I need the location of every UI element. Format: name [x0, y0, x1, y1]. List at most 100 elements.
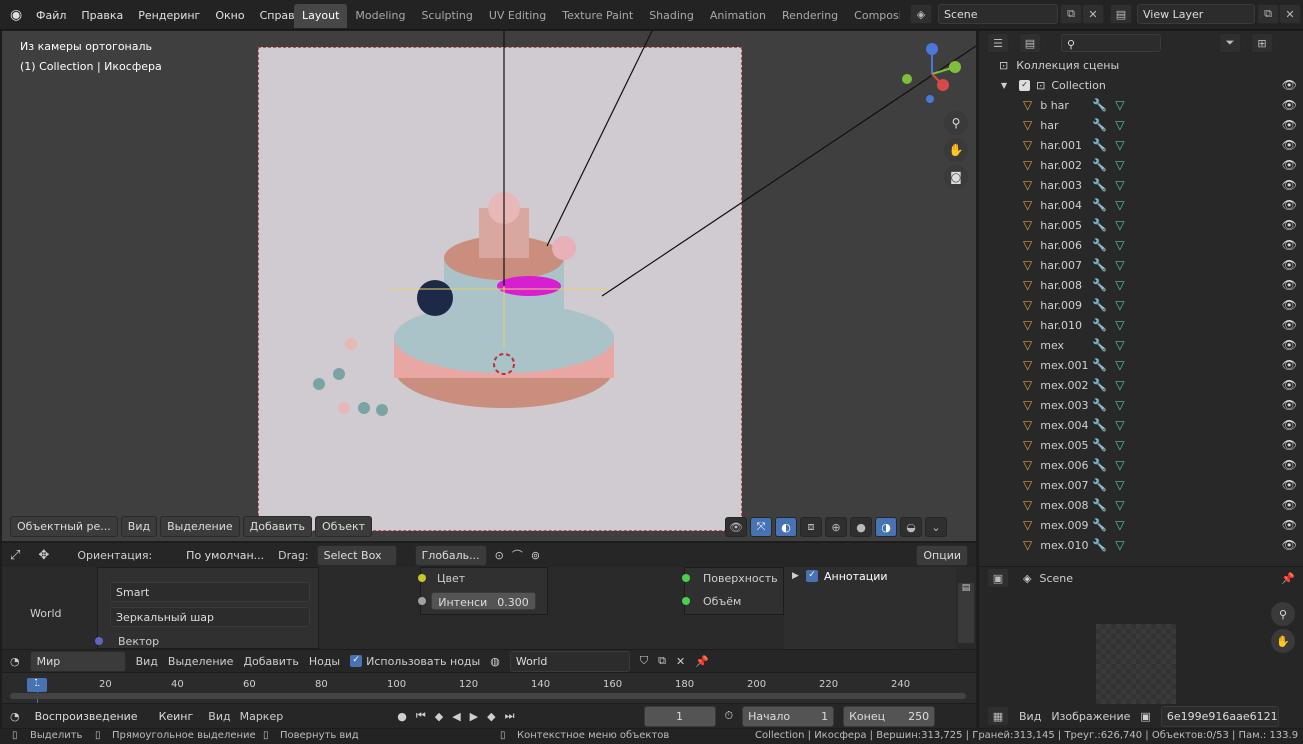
- outliner-object-row[interactable]: ▽ mex.002 🔧 ▽ 👁: [979, 375, 1303, 395]
- zoom-icon[interactable]: ⚲: [944, 111, 968, 135]
- outliner-object-row[interactable]: ▽ mex.001 🔧 ▽ 👁: [979, 355, 1303, 375]
- eye-icon[interactable]: 👁: [1282, 298, 1297, 312]
- modifier-wrench-icon[interactable]: 🔧: [1092, 218, 1107, 232]
- tab-animation[interactable]: Animation: [702, 4, 774, 28]
- collection-checkbox[interactable]: ✓: [1019, 79, 1031, 91]
- image-menu-image[interactable]: Изображение: [1051, 710, 1130, 723]
- tab-texture-paint[interactable]: Texture Paint: [554, 4, 641, 28]
- options-dropdown[interactable]: Опции: [916, 545, 968, 566]
- tab-rendering[interactable]: Rendering: [774, 4, 846, 28]
- drag-dropdown[interactable]: Select Box: [316, 544, 397, 566]
- eye-icon[interactable]: 👁: [1282, 318, 1297, 332]
- menu-window[interactable]: Окно: [215, 9, 244, 22]
- solid-shading-icon[interactable]: ●: [850, 517, 872, 537]
- image-editor-type-icon[interactable]: ▦: [987, 706, 1009, 726]
- node-menu-nodes[interactable]: Ноды: [309, 655, 340, 668]
- mesh-data-icon[interactable]: ▽: [1115, 478, 1124, 492]
- wireframe-shading-icon[interactable]: ⊕: [825, 517, 847, 537]
- outliner-object-row[interactable]: ▽ mex.006 🔧 ▽ 👁: [979, 455, 1303, 475]
- orientation-dropdown[interactable]: По умолчан...: [180, 545, 271, 565]
- pin-icon[interactable]: 📌: [1281, 572, 1295, 585]
- mesh-data-icon[interactable]: ▽: [1115, 258, 1124, 272]
- mesh-data-icon[interactable]: ▽: [1115, 518, 1124, 532]
- mesh-data-icon[interactable]: ▽: [1115, 218, 1124, 232]
- modifier-wrench-icon[interactable]: 🔧: [1092, 378, 1107, 392]
- eye-icon[interactable]: 👁: [1282, 418, 1297, 432]
- tab-compositing[interactable]: Compositing: [846, 4, 900, 28]
- snap-icon[interactable]: ⌒: [512, 547, 523, 563]
- menu-file[interactable]: Файл: [36, 9, 66, 22]
- pan-hand-icon[interactable]: ✋: [1271, 629, 1295, 653]
- eye-icon[interactable]: 👁: [1282, 198, 1297, 212]
- modifier-wrench-icon[interactable]: 🔧: [1092, 538, 1107, 552]
- visibility-icon[interactable]: 👁: [725, 517, 747, 537]
- eye-icon[interactable]: 👁: [1282, 98, 1297, 112]
- outliner-object-row[interactable]: ▽ mex 🔧 ▽ 👁: [979, 335, 1303, 355]
- world-name-field[interactable]: World: [509, 650, 630, 672]
- mesh-data-icon[interactable]: ▽: [1115, 278, 1124, 292]
- material-shading-icon[interactable]: ◑: [875, 517, 897, 537]
- image-editor[interactable]: ▣ ◈ Scene 📌 ⚲ ✋ ▦ Вид Изображение ▣ 6e19…: [979, 567, 1303, 728]
- strength-socket[interactable]: [418, 597, 426, 605]
- modifier-wrench-icon[interactable]: 🔧: [1092, 458, 1107, 472]
- outliner-object-row[interactable]: ▽ har.010 🔧 ▽ 👁: [979, 315, 1303, 335]
- eye-icon[interactable]: 👁: [1282, 458, 1297, 472]
- image-name-field[interactable]: 6e199e916aae6121a...: [1160, 705, 1279, 727]
- outliner-object-row[interactable]: ▽ har.005 🔧 ▽ 👁: [979, 215, 1303, 235]
- jump-start-icon[interactable]: ⏮: [416, 709, 426, 723]
- timeline[interactable]: 1 20 40 60 80 100 120 140 160 180 200 22…: [2, 673, 976, 703]
- properties-type-icon[interactable]: ▣: [987, 568, 1009, 588]
- 3d-viewport[interactable]: Из камеры ортогональ (1) Collection | Ик…: [2, 31, 976, 541]
- pivot-icon[interactable]: ⊙: [495, 549, 504, 562]
- interpolation-dropdown[interactable]: Зеркальный шар: [110, 607, 310, 627]
- eye-icon[interactable]: 👁: [1282, 538, 1297, 552]
- eye-icon[interactable]: 👁: [1282, 518, 1297, 532]
- move-icon[interactable]: ✥: [38, 548, 49, 563]
- world-browse-icon[interactable]: ◍: [490, 655, 500, 668]
- scene-close-icon[interactable]: ✕: [1082, 4, 1104, 24]
- modifier-wrench-icon[interactable]: 🔧: [1092, 178, 1107, 192]
- annotations-checkbox[interactable]: ✓: [806, 570, 818, 582]
- tab-layout[interactable]: Layout: [294, 4, 348, 28]
- gizmo-toggle-icon[interactable]: ⤧: [750, 517, 772, 537]
- modifier-wrench-icon[interactable]: 🔧: [1092, 418, 1107, 432]
- mesh-data-icon[interactable]: ▽: [1115, 118, 1124, 132]
- world-unlink-icon[interactable]: ✕: [676, 655, 685, 668]
- node-sidebar-tabs[interactable]: ▤: [958, 583, 974, 643]
- outliner-object-row[interactable]: ▽ mex.009 🔧 ▽ 👁: [979, 515, 1303, 535]
- eye-icon[interactable]: 👁: [1282, 118, 1297, 132]
- modifier-wrench-icon[interactable]: 🔧: [1092, 498, 1107, 512]
- scene-field[interactable]: Scene: [938, 4, 1058, 24]
- use-nodes-checkbox[interactable]: ✓: [350, 655, 363, 667]
- rendered-shading-icon[interactable]: ◒: [900, 517, 922, 537]
- playback-dropdown[interactable]: Воспроизведение: [28, 706, 144, 726]
- eye-icon[interactable]: 👁: [1282, 138, 1297, 152]
- next-keyframe-icon[interactable]: ◆: [487, 710, 495, 723]
- node-menu-view[interactable]: Вид: [136, 655, 158, 668]
- node-menu-add[interactable]: Добавить: [243, 655, 298, 668]
- modifier-wrench-icon[interactable]: 🔧: [1092, 198, 1107, 212]
- outliner-object-row[interactable]: ▽ har.001 🔧 ▽ 👁: [979, 135, 1303, 155]
- modifier-wrench-icon[interactable]: 🔧: [1092, 258, 1107, 272]
- pan-hand-icon[interactable]: ✋: [944, 138, 968, 162]
- mesh-data-icon[interactable]: ▽: [1115, 198, 1124, 212]
- world-new-icon[interactable]: ⧉: [658, 654, 666, 668]
- outliner-object-row[interactable]: ▽ har.004 🔧 ▽ 👁: [979, 195, 1303, 215]
- tab-shading[interactable]: Shading: [641, 4, 702, 28]
- expand-icon[interactable]: ▶: [792, 571, 799, 581]
- eye-icon[interactable]: 👁: [1282, 178, 1297, 192]
- outliner-search-input[interactable]: ⚲: [1061, 34, 1161, 52]
- eye-icon[interactable]: 👁: [1282, 218, 1297, 232]
- scene-new-icon[interactable]: ⧉: [1060, 4, 1082, 24]
- outliner-object-row[interactable]: ▽ har.003 🔧 ▽ 👁: [979, 175, 1303, 195]
- mesh-data-icon[interactable]: ▽: [1115, 498, 1124, 512]
- mesh-data-icon[interactable]: ▽: [1115, 318, 1124, 332]
- scene-collection-row[interactable]: ⊡ Коллекция сцены: [979, 55, 1303, 75]
- filter-icon[interactable]: ⏷: [1219, 33, 1241, 53]
- view-layer-icon[interactable]: ▤: [1110, 4, 1132, 24]
- viewport-menu-view[interactable]: Вид: [120, 516, 158, 537]
- viewport-menu-add[interactable]: Добавить: [242, 516, 312, 537]
- outliner-object-row[interactable]: ▽ har.002 🔧 ▽ 👁: [979, 155, 1303, 175]
- menu-render[interactable]: Рендеринг: [138, 9, 200, 22]
- play-icon[interactable]: ▶: [470, 710, 478, 723]
